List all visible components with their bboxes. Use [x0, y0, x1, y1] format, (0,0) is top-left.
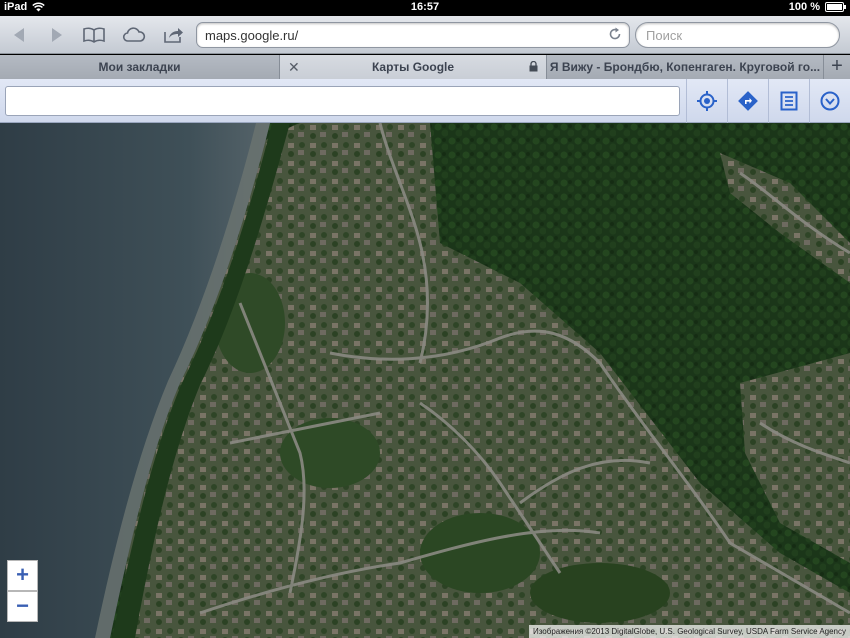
tab-label: Мои закладки — [98, 60, 181, 74]
back-button[interactable] — [5, 22, 33, 48]
plus-icon: + — [16, 562, 29, 587]
forward-button[interactable] — [43, 22, 71, 48]
tab-label: Карты Google — [371, 60, 455, 74]
search-placeholder: Поиск — [646, 28, 683, 43]
maps-search-input[interactable] — [5, 86, 680, 116]
close-icon[interactable]: ✕ — [288, 59, 300, 76]
back-icon — [14, 28, 24, 42]
maps-toolbar — [0, 79, 850, 123]
list-icon — [780, 91, 798, 111]
icloud-icon — [122, 27, 146, 42]
options-button[interactable] — [809, 79, 850, 123]
menu-icon — [820, 91, 840, 111]
tab-bar: Мои закладки ✕ Карты Google Я Вижу - Бро… — [0, 55, 850, 79]
browser-toolbar: maps.google.ru/ Поиск — [0, 16, 850, 54]
icloud-tabs-button[interactable] — [120, 22, 148, 48]
forward-icon — [52, 28, 62, 42]
bookmarks-icon — [83, 27, 105, 43]
url-field[interactable]: maps.google.ru/ — [196, 22, 630, 48]
satellite-imagery — [0, 123, 850, 638]
share-icon — [164, 28, 183, 43]
tab-bookmarks[interactable]: Мои закладки — [0, 55, 280, 79]
tab-google-maps[interactable]: ✕ Карты Google — [280, 55, 547, 79]
directions-button[interactable] — [727, 79, 768, 123]
new-tab-button[interactable]: + — [824, 55, 850, 79]
list-button[interactable] — [768, 79, 809, 123]
url-text: maps.google.ru/ — [205, 28, 299, 43]
map-attribution: Изображения ©2013 DigitalGlobe, U.S. Geo… — [528, 625, 850, 638]
my-location-button[interactable] — [686, 79, 727, 123]
satellite-map[interactable]: + − Изображения ©2013 DigitalGlobe, U.S.… — [0, 123, 850, 638]
status-time: 16:57 — [410, 1, 440, 13]
battery-percent: 100 % — [788, 1, 820, 13]
share-button[interactable] — [160, 22, 188, 48]
tab-label: Я Вижу - Брондбю, Копенгаген. Круговой г… — [549, 60, 821, 74]
search-field[interactable]: Поиск — [635, 22, 840, 48]
tab-ya-vizhu[interactable]: Я Вижу - Брондбю, Копенгаген. Круговой г… — [547, 55, 824, 79]
battery-icon — [825, 2, 846, 12]
directions-icon — [738, 91, 758, 111]
reload-icon[interactable] — [608, 27, 622, 41]
status-right: 100 % — [788, 1, 846, 13]
lock-icon — [529, 61, 538, 72]
minus-icon: − — [16, 593, 29, 618]
bookmarks-button[interactable] — [80, 22, 108, 48]
zoom-in-button[interactable]: + — [7, 560, 38, 591]
status-bar: iPad 16:57 100 % — [0, 0, 850, 16]
plus-icon: + — [831, 55, 843, 77]
zoom-out-button[interactable]: − — [7, 591, 38, 622]
locate-icon — [697, 91, 717, 111]
